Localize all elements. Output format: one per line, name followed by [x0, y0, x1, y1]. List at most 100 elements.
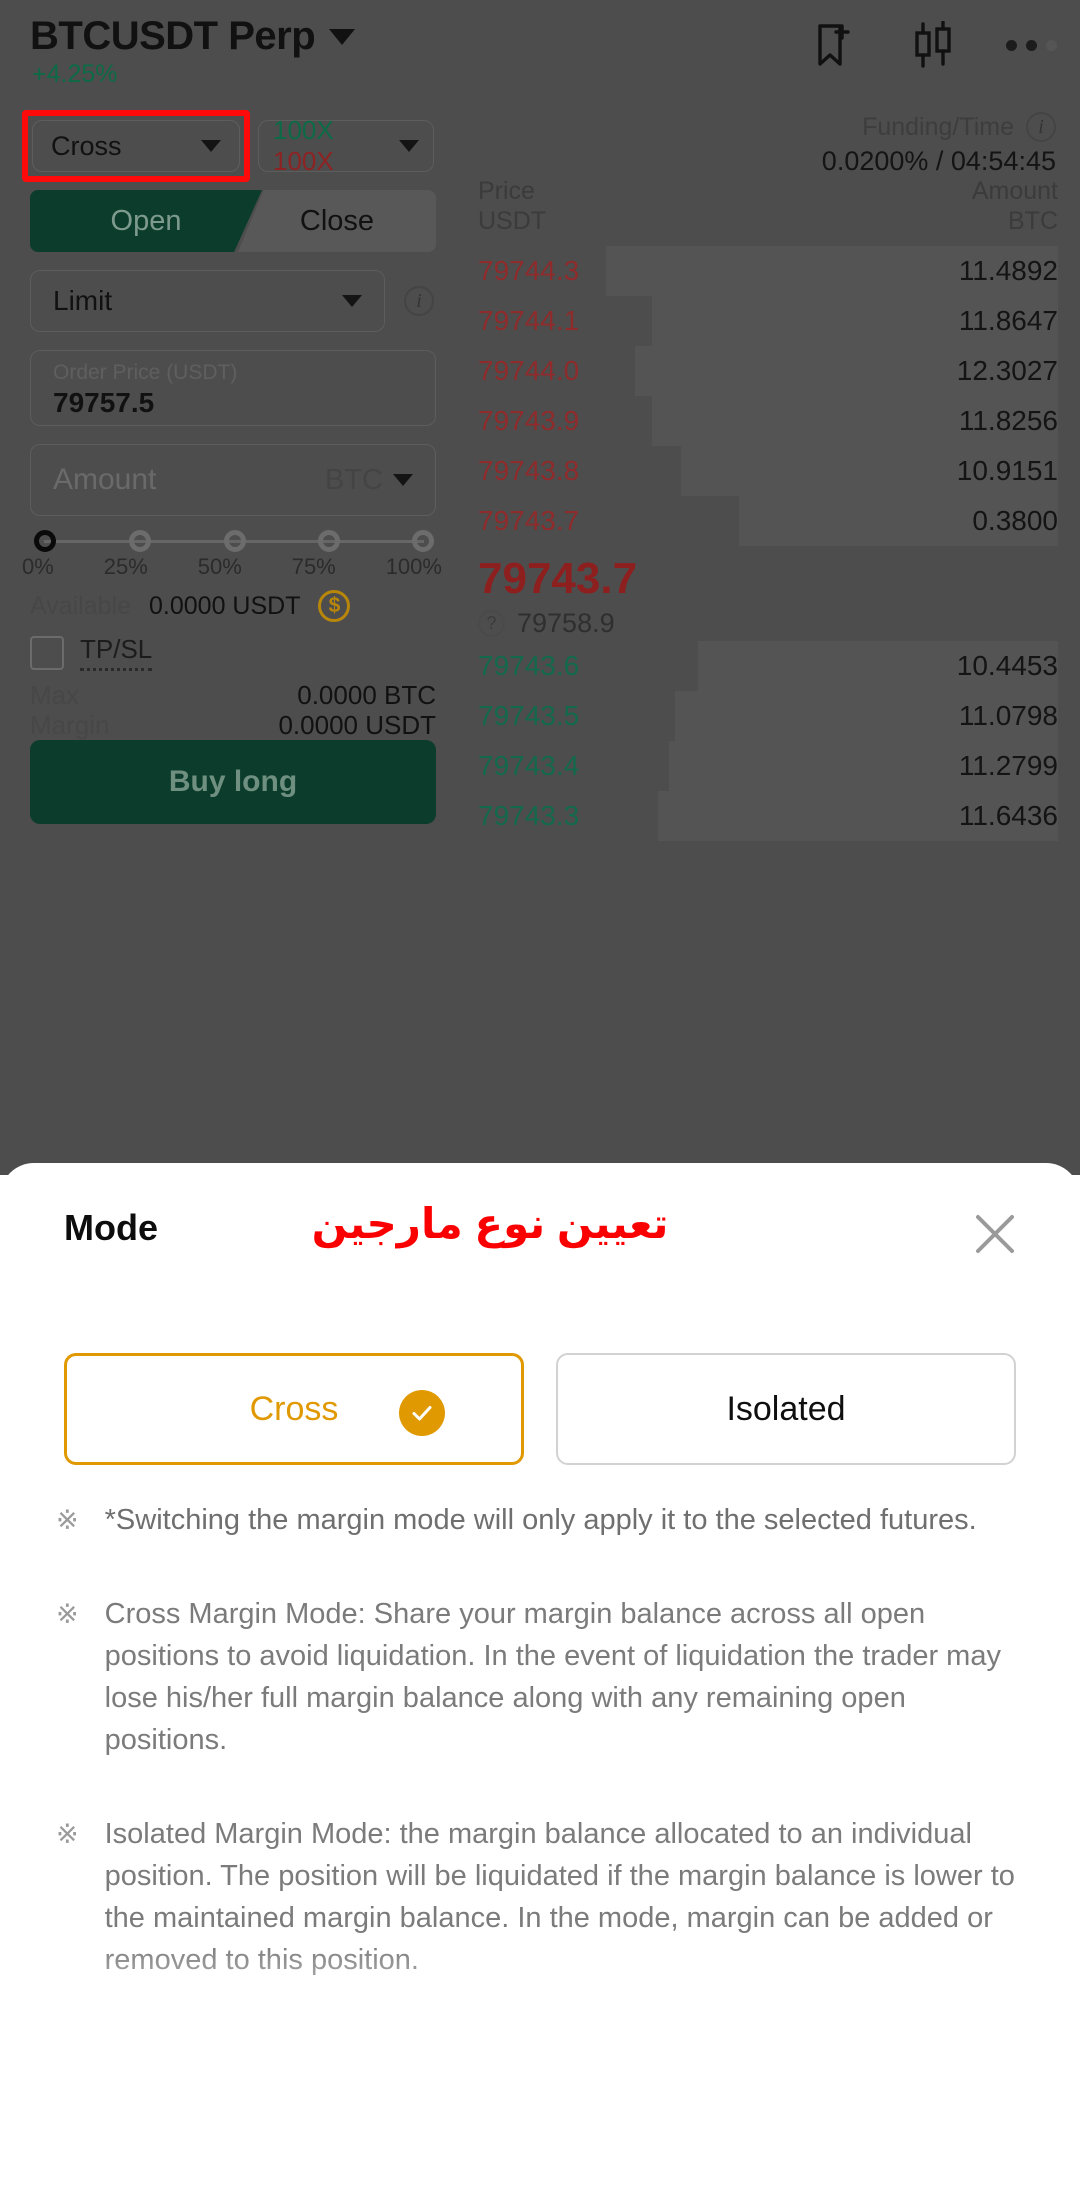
order-book-ask-row[interactable]: 79744.3 11.4892 — [478, 246, 1058, 296]
amount-percent-slider[interactable] — [34, 530, 434, 552]
margin-mode-option-cross-label: Cross — [249, 1389, 339, 1428]
symbol-selector[interactable]: BTCUSDT Perp — [30, 14, 356, 59]
buy-long-button[interactable]: Buy long — [30, 740, 436, 824]
order-book-bid-row[interactable]: 79743.3 11.6436 — [478, 791, 1058, 841]
sheet-header: Mode تعیین نوع مارجین — [0, 1163, 1080, 1283]
order-book-rows: 79744.3 11.4892 79744.1 11.8647 79744.0 12.30… — [478, 246, 1058, 841]
chevron-down-icon — [342, 295, 362, 307]
margin-mode-option-cross[interactable]: Cross — [64, 1353, 524, 1465]
mark-price-row: ? 79758.9 — [478, 608, 1058, 639]
margin-mode-option-isolated[interactable]: Isolated — [556, 1353, 1016, 1465]
tab-open[interactable]: Open — [30, 190, 262, 252]
amount-field[interactable]: Amount BTC — [30, 444, 436, 516]
note-text: Cross Margin Mode: Share your margin bal… — [104, 1598, 1001, 1756]
chevron-down-icon — [399, 140, 419, 152]
slider-knob-50[interactable] — [224, 530, 246, 552]
bookmark-add-icon[interactable] — [808, 18, 862, 72]
order-book-bid-row[interactable]: 79743.4 11.2799 — [478, 741, 1058, 791]
order-book-amount: 10.4453 — [956, 650, 1058, 681]
order-type-info-icon[interactable]: i — [404, 286, 434, 316]
max-row: Max 0.0000 BTC — [30, 680, 436, 711]
tpsl-row[interactable]: TP/SL — [30, 634, 153, 671]
trading-screen: BTCUSDT Perp +4.25% Cross 100X 100X Open… — [0, 0, 1080, 1175]
order-price-field[interactable]: Order Price (USDT) 79757.5 — [30, 350, 436, 426]
order-book-bid-row[interactable]: 79743.6 10.4453 — [478, 641, 1058, 691]
note-item: ※ *Switching the margin mode will only ap… — [56, 1499, 1024, 1541]
order-book-ask-row[interactable]: 79744.0 12.3027 — [478, 346, 1058, 396]
order-book-price: 79743.4 — [478, 750, 580, 781]
order-book-amount: 11.2799 — [958, 750, 1058, 781]
funding-info: Funding/Time i 0.0200% / 04:54:45 — [822, 112, 1056, 177]
margin-mode-value: Cross — [51, 130, 122, 161]
order-book-amount: 11.4892 — [958, 255, 1058, 286]
order-book-header: Price USDT Amount BTC — [478, 176, 1058, 236]
margin-label: Margin — [30, 710, 110, 740]
order-book-ask-row[interactable]: 79743.9 11.8256 — [478, 396, 1058, 446]
column-amount: Amount — [971, 177, 1058, 205]
margin-mode-selector[interactable]: Cross — [32, 120, 240, 172]
order-book-price: 79744.1 — [478, 305, 580, 336]
amount-placeholder: Amount — [53, 463, 157, 496]
note-item: ※ Cross Margin Mode: Share your margin ba… — [56, 1593, 1024, 1761]
slider-tick-50: 50% — [197, 554, 242, 579]
transfer-funds-icon[interactable]: $ — [318, 590, 351, 622]
text-fade-overlay — [56, 1944, 1024, 2064]
chevron-down-icon — [329, 28, 356, 45]
funding-label: Funding/Time — [862, 112, 1014, 141]
max-value: 0.0000 BTC — [297, 680, 436, 710]
amount-unit-value: BTC — [325, 463, 383, 496]
margin-row: Margin 0.0000 USDT — [30, 710, 436, 741]
last-price: 79743.7 — [478, 554, 638, 603]
header-actions — [808, 18, 1058, 72]
order-book-price: 79743.7 — [478, 505, 580, 536]
order-book-bid-row[interactable]: 79743.5 11.0798 — [478, 691, 1058, 741]
slider-knob-25[interactable] — [129, 530, 151, 552]
column-price: Price — [478, 177, 535, 205]
tpsl-checkbox[interactable] — [30, 635, 64, 670]
order-book-ask-row[interactable]: 79743.8 10.9151 — [478, 446, 1058, 496]
app-header: BTCUSDT Perp +4.25% — [0, 0, 1080, 110]
check-circle-icon — [399, 1390, 445, 1436]
funding-value: 0.0200% / 04:54:45 — [821, 146, 1056, 176]
more-options-icon[interactable] — [1004, 18, 1058, 72]
price-change-percent: +4.25% — [32, 60, 118, 88]
order-book-price: 79743.3 — [478, 800, 580, 831]
available-value: 0.0000 USDT — [149, 591, 301, 620]
leverage-selector[interactable]: 100X 100X — [258, 115, 434, 176]
order-book-ask-row[interactable]: 79743.7 0.3800 — [478, 496, 1058, 546]
order-book-amount: 11.6436 — [958, 800, 1058, 831]
candlestick-chart-icon[interactable] — [906, 18, 960, 72]
order-book-ask-row[interactable]: 79744.1 11.8647 — [478, 296, 1058, 346]
close-icon[interactable] — [968, 1207, 1022, 1261]
column-amount-unit: BTC — [1008, 207, 1058, 235]
column-price-unit: USDT — [478, 207, 547, 235]
leverage-short-value: 100X — [273, 146, 334, 176]
order-book-amount: 10.9151 — [956, 455, 1058, 486]
chevron-down-icon — [393, 474, 413, 486]
available-balance-row: Available 0.0000 USDT $ — [30, 590, 351, 622]
note-text: *Switching the margin mode will only app… — [104, 1504, 977, 1536]
order-price-label: Order Price (USDT) — [53, 361, 238, 384]
order-type-selector[interactable]: Limit — [30, 270, 385, 332]
asterisk-icon: ※ — [56, 1505, 79, 1535]
order-book-price: 79743.6 — [478, 650, 580, 681]
order-book-amount: 11.8256 — [958, 405, 1058, 436]
chevron-down-icon — [201, 140, 221, 152]
slider-tick-25: 25% — [103, 554, 148, 579]
funding-info-icon[interactable]: i — [1026, 112, 1056, 142]
order-book-price: 79743.5 — [478, 700, 580, 731]
slider-knob-0[interactable] — [34, 530, 56, 552]
slider-knob-75[interactable] — [318, 530, 340, 552]
max-label: Max — [30, 680, 80, 710]
tpsl-label: TP/SL — [80, 634, 153, 671]
order-book-amount: 12.3027 — [956, 355, 1058, 386]
mark-price-info-icon[interactable]: ? — [478, 610, 505, 637]
order-book-amount: 11.0798 — [958, 700, 1058, 731]
tab-close[interactable]: Close — [238, 190, 436, 252]
amount-unit-selector[interactable]: BTC — [325, 464, 413, 497]
mark-price-value: 79758.9 — [517, 608, 615, 638]
slider-knob-100[interactable] — [412, 530, 434, 552]
order-book-amount: 0.3800 — [972, 505, 1058, 536]
open-close-tabs: Open Close — [30, 190, 436, 252]
margin-value: 0.0000 USDT — [278, 710, 436, 740]
